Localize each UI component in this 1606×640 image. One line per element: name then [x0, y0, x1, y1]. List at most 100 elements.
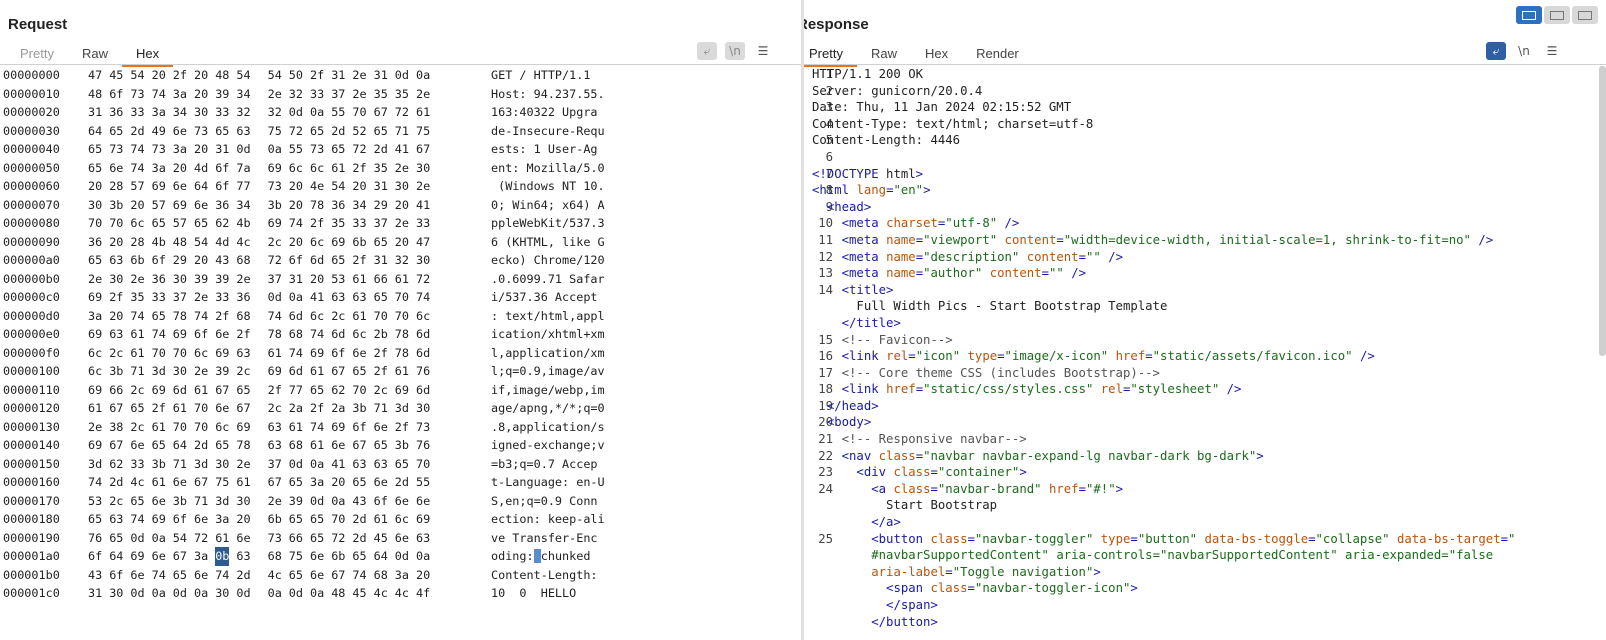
- hex-byte[interactable]: 6e: [194, 566, 208, 585]
- hex-byte[interactable]: 4f: [416, 584, 430, 603]
- hex-byte[interactable]: 63: [352, 455, 366, 474]
- hex-byte[interactable]: 33: [215, 288, 229, 307]
- hex-byte[interactable]: 74: [194, 307, 208, 326]
- hex-byte[interactable]: 3d: [152, 362, 166, 381]
- hex-byte[interactable]: 54: [236, 66, 250, 85]
- hex-byte[interactable]: 68: [236, 251, 250, 270]
- hex-byte[interactable]: 2f: [268, 381, 282, 400]
- hex-byte[interactable]: 6c: [194, 344, 208, 363]
- hex-byte[interactable]: 70: [395, 288, 409, 307]
- hex-byte[interactable]: 65: [88, 159, 102, 178]
- hex-byte[interactable]: 34: [236, 85, 250, 104]
- hex-byte[interactable]: 74: [130, 307, 144, 326]
- hex-byte[interactable]: 2f: [173, 66, 187, 85]
- hex-byte[interactable]: 65: [130, 492, 144, 511]
- hex-byte[interactable]: 68: [374, 566, 388, 585]
- hex-byte[interactable]: 2c: [130, 418, 144, 437]
- hex-byte[interactable]: 61: [310, 362, 324, 381]
- hex-byte[interactable]: 72: [331, 529, 345, 548]
- hex-byte[interactable]: 63: [236, 344, 250, 363]
- hex-byte[interactable]: 78: [173, 307, 187, 326]
- hex-byte[interactable]: 6c: [215, 418, 229, 437]
- hex-byte[interactable]: 61: [331, 159, 345, 178]
- hex-byte[interactable]: 54: [173, 529, 187, 548]
- hex-byte[interactable]: 2e: [88, 270, 102, 289]
- hex-byte[interactable]: 0a: [310, 103, 324, 122]
- hex-byte[interactable]: 67: [194, 473, 208, 492]
- hex-byte[interactable]: 73: [194, 122, 208, 141]
- hex-byte[interactable]: 37: [331, 85, 345, 104]
- hex-byte[interactable]: 76: [416, 436, 430, 455]
- hex-byte[interactable]: 67: [331, 566, 345, 585]
- hex-byte[interactable]: 61: [416, 103, 430, 122]
- hex-byte[interactable]: 72: [194, 529, 208, 548]
- hex-byte[interactable]: 66: [109, 381, 123, 400]
- hex-byte[interactable]: 0d: [130, 529, 144, 548]
- hex-byte[interactable]: 67: [236, 399, 250, 418]
- hex-byte[interactable]: 69: [268, 214, 282, 233]
- hex-byte[interactable]: 6f: [109, 85, 123, 104]
- hex-byte[interactable]: 70: [194, 418, 208, 437]
- hex-byte[interactable]: 61: [194, 381, 208, 400]
- hex-byte[interactable]: 74: [289, 214, 303, 233]
- hex-byte[interactable]: 4c: [395, 584, 409, 603]
- hex-byte[interactable]: 6c: [310, 233, 324, 252]
- hex-byte[interactable]: 69: [395, 381, 409, 400]
- hex-byte[interactable]: 43: [352, 492, 366, 511]
- hex-byte[interactable]: 74: [152, 566, 166, 585]
- hex-byte[interactable]: 65: [215, 436, 229, 455]
- hex-byte[interactable]: 31: [215, 140, 229, 159]
- hex-byte[interactable]: 78: [395, 325, 409, 344]
- hex-byte[interactable]: 70: [152, 344, 166, 363]
- hex-byte[interactable]: 2f: [236, 325, 250, 344]
- hex-byte[interactable]: 65: [374, 122, 388, 141]
- hex-byte[interactable]: 65: [310, 510, 324, 529]
- hex-byte[interactable]: 6d: [173, 381, 187, 400]
- hex-byte[interactable]: 55: [331, 103, 345, 122]
- hex-byte[interactable]: 0a: [152, 529, 166, 548]
- hex-byte[interactable]: 20: [289, 196, 303, 215]
- hex-byte[interactable]: 65: [395, 455, 409, 474]
- hex-byte[interactable]: 3a: [152, 103, 166, 122]
- hex-byte[interactable]: 31: [88, 584, 102, 603]
- hex-byte[interactable]: 65: [152, 307, 166, 326]
- hex-byte[interactable]: 74: [352, 566, 366, 585]
- hex-byte[interactable]: 4b: [152, 233, 166, 252]
- response-body[interactable]: 1 HTTP/1.1 200 OK 2 Server: gunicorn/20.0.4…: [804, 66, 1598, 630]
- hex-byte[interactable]: 0d: [289, 103, 303, 122]
- hex-byte[interactable]: 6e: [173, 177, 187, 196]
- hex-byte[interactable]: 72: [395, 103, 409, 122]
- hex-byte[interactable]: 73: [152, 140, 166, 159]
- hex-byte[interactable]: 69: [331, 233, 345, 252]
- hex-byte[interactable]: 2c: [268, 233, 282, 252]
- hex-byte[interactable]: 77: [236, 177, 250, 196]
- hex-byte[interactable]: 3a: [395, 566, 409, 585]
- hex-byte[interactable]: 0d: [289, 584, 303, 603]
- hex-byte[interactable]: 31: [374, 66, 388, 85]
- hex-byte[interactable]: 6d: [331, 325, 345, 344]
- hex-byte[interactable]: 43: [88, 566, 102, 585]
- hex-byte[interactable]: 39: [215, 362, 229, 381]
- hex-byte[interactable]: 65: [88, 251, 102, 270]
- hex-byte[interactable]: 74: [130, 159, 144, 178]
- hex-byte[interactable]: 50: [289, 66, 303, 85]
- hex-byte[interactable]: 4c: [236, 233, 250, 252]
- hex-byte[interactable]: 67: [109, 399, 123, 418]
- hex-byte[interactable]: 2e: [130, 270, 144, 289]
- hex-byte[interactable]: 6f: [152, 251, 166, 270]
- hex-byte[interactable]: 30: [236, 492, 250, 511]
- hex-byte[interactable]: 37: [173, 288, 187, 307]
- hex-byte[interactable]: 6d: [289, 362, 303, 381]
- hex-byte[interactable]: 33: [416, 214, 430, 233]
- hex-byte[interactable]: 31: [374, 251, 388, 270]
- hex-byte[interactable]: 3b: [352, 399, 366, 418]
- hex-byte[interactable]: 6e: [130, 566, 144, 585]
- hex-byte[interactable]: 45: [109, 66, 123, 85]
- hex-byte[interactable]: 74: [310, 418, 324, 437]
- hex-byte[interactable]: 63: [236, 547, 250, 566]
- hex-byte[interactable]: 6b: [268, 510, 282, 529]
- hex-byte[interactable]: 20: [395, 196, 409, 215]
- hex-byte[interactable]: 74: [310, 325, 324, 344]
- hex-byte[interactable]: 30: [416, 251, 430, 270]
- hex-byte[interactable]: 6e: [173, 473, 187, 492]
